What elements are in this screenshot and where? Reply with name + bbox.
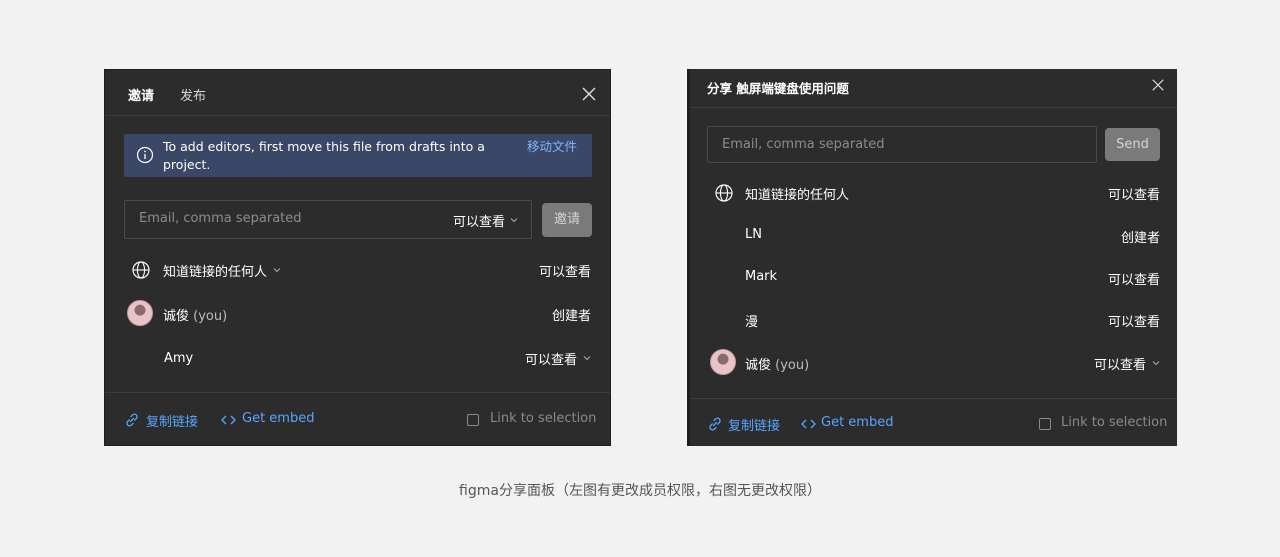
footer-divider xyxy=(105,392,610,393)
member-permission-select[interactable]: 可以查看 xyxy=(1094,354,1146,373)
tab-publish[interactable]: 发布 xyxy=(180,85,206,104)
member-name: 诚俊 (you) xyxy=(745,354,809,373)
link-to-selection-label: Link to selection xyxy=(490,411,597,426)
tab-invite[interactable]: 邀请 xyxy=(128,85,154,104)
member-permission-select[interactable]: 可以查看 xyxy=(525,349,577,368)
email-placeholder: Email, comma separated xyxy=(722,137,885,152)
link-to-selection-label: Link to selection xyxy=(1061,415,1168,430)
chevron-down-icon[interactable] xyxy=(1152,359,1160,367)
chevron-down-icon[interactable] xyxy=(510,216,518,224)
member-permission: 创建者 xyxy=(551,309,591,324)
copy-link-button[interactable]: 复制链接 xyxy=(146,411,198,430)
member-permission: 创建者 xyxy=(1120,231,1160,246)
member-permission: 可以查看 xyxy=(1107,273,1160,288)
member-name-text: 诚俊 xyxy=(163,309,190,324)
member-name: Mark xyxy=(745,269,778,284)
email-input[interactable]: Email, comma separated 可以查看 xyxy=(124,200,532,239)
avatar xyxy=(710,349,736,375)
link-to-selection-checkbox[interactable] xyxy=(1039,418,1051,430)
anyone-with-link-label: 知道链接的任何人 xyxy=(745,188,850,203)
move-file-link[interactable]: 移动文件 xyxy=(527,138,577,156)
banner-message: To add editors, first move this file fro… xyxy=(163,139,485,172)
header-divider xyxy=(690,107,1177,108)
info-icon xyxy=(136,146,154,164)
member-name: 漫 xyxy=(745,315,759,330)
anyone-with-link-label[interactable]: 知道链接的任何人 xyxy=(163,261,267,280)
close-icon[interactable] xyxy=(581,86,597,102)
you-suffix: (you) xyxy=(193,309,228,324)
avatar xyxy=(127,300,153,326)
you-suffix: (you) xyxy=(775,358,810,373)
copy-link-button[interactable]: 复制链接 xyxy=(728,415,780,434)
header-divider xyxy=(105,115,610,116)
member-name: LN xyxy=(745,227,762,242)
share-panel-readonly: 分享 触屏端键盘使用问题 Email, comma separated Send… xyxy=(687,69,1177,446)
member-permission: 可以查看 xyxy=(1107,315,1160,330)
code-icon[interactable] xyxy=(221,414,236,426)
email-input[interactable]: Email, comma separated xyxy=(707,126,1097,163)
code-icon[interactable] xyxy=(801,418,816,430)
member-name-text: 诚俊 xyxy=(745,358,772,373)
close-icon[interactable] xyxy=(1151,78,1165,92)
share-panel-editable: 邀请 发布 To add editors, first move this fi… xyxy=(104,69,611,446)
link-icon[interactable] xyxy=(124,412,140,428)
globe-icon xyxy=(132,261,150,279)
get-embed-button[interactable]: Get embed xyxy=(821,415,893,430)
invite-permission-select[interactable]: 可以查看 xyxy=(453,211,505,230)
footer-divider xyxy=(690,398,1177,399)
email-placeholder: Email, comma separated xyxy=(139,211,302,226)
get-embed-button[interactable]: Get embed xyxy=(242,411,314,426)
chevron-down-icon[interactable] xyxy=(583,354,591,362)
anyone-permission[interactable]: 可以查看 xyxy=(539,261,591,280)
link-to-selection-checkbox[interactable] xyxy=(467,414,479,426)
member-name: Amy xyxy=(164,351,194,366)
panel-title: 分享 触屏端键盘使用问题 xyxy=(707,81,849,96)
globe-icon xyxy=(715,184,733,202)
anyone-permission: 可以查看 xyxy=(1107,188,1160,203)
invite-button[interactable]: 邀请 xyxy=(542,203,592,237)
send-button[interactable]: Send xyxy=(1105,128,1160,161)
info-banner: To add editors, first move this file fro… xyxy=(124,134,592,177)
member-name: 诚俊 (you) xyxy=(163,305,227,324)
link-icon[interactable] xyxy=(707,416,723,432)
figure-caption: figma分享面板（左图有更改成员权限，右图无更改权限） xyxy=(459,483,821,499)
chevron-down-icon[interactable] xyxy=(273,266,281,274)
